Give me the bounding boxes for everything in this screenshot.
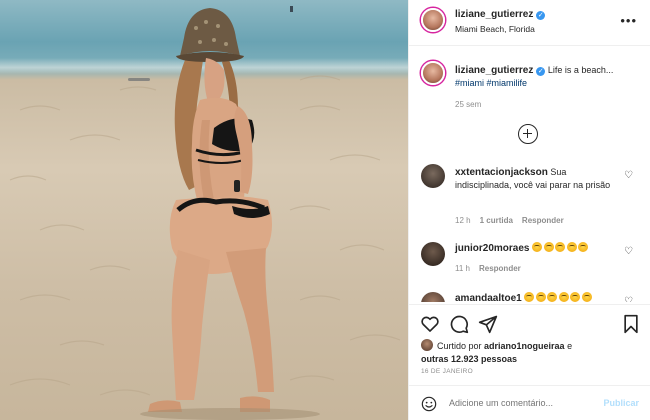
- liked-by-prefix: Curtido por: [437, 341, 485, 351]
- comment-meta: 11 h Responder: [455, 264, 521, 273]
- more-horizontal-icon[interactable]: •••: [620, 13, 637, 28]
- bookmark-icon[interactable]: [622, 314, 640, 334]
- caption-avatar[interactable]: [421, 61, 445, 85]
- load-more-comments-icon[interactable]: [518, 124, 538, 144]
- caption-timestamp[interactable]: 25 sem: [455, 100, 481, 109]
- liked-by-avatar[interactable]: [421, 339, 433, 351]
- publish-button[interactable]: Publicar: [603, 398, 639, 408]
- comment-username[interactable]: junior20moraes: [455, 243, 529, 254]
- verified-badge-icon: ✓: [536, 67, 546, 76]
- comment-text: amandaaltoe1: [455, 292, 615, 302]
- caption-username[interactable]: liziane_gutierrez: [455, 65, 533, 76]
- comment-avatar[interactable]: [421, 242, 445, 266]
- comment-avatar[interactable]: [421, 292, 445, 302]
- post-actions: Curtido por adriano1nogueiraa e outras 1…: [409, 304, 650, 420]
- post-sidebar: liziane_gutierrez ✓ Miami Beach, Florida …: [408, 0, 650, 420]
- comment-avatar[interactable]: [421, 164, 445, 188]
- comment-username[interactable]: amandaaltoe1: [455, 293, 522, 302]
- hashtag-miami[interactable]: #miami: [455, 78, 484, 88]
- comment-composer: Publicar: [409, 385, 650, 420]
- emoji-icon: [532, 242, 590, 253]
- caption-body: Life is a beach...: [545, 65, 614, 75]
- comment-input[interactable]: [449, 398, 589, 408]
- liked-by-summary: Curtido por adriano1nogueiraa e outras 1…: [421, 339, 641, 366]
- heart-outline-icon[interactable]: ♡: [624, 246, 633, 257]
- author-avatar[interactable]: [421, 8, 445, 32]
- comment-likes[interactable]: 1 curtida: [480, 216, 513, 225]
- comment-meta: 12 h 1 curtida Responder: [455, 216, 564, 225]
- hashtag-miamilife[interactable]: #miamilife: [487, 78, 528, 88]
- author-username-text[interactable]: liziane_gutierrez: [455, 9, 533, 20]
- heart-outline-icon[interactable]: ♡: [624, 296, 633, 302]
- author-username[interactable]: liziane_gutierrez ✓: [455, 9, 546, 20]
- comment-username[interactable]: xxtentacionjackson: [455, 167, 548, 178]
- like-heart-icon[interactable]: [420, 314, 440, 334]
- emoji-smile-icon[interactable]: [421, 396, 437, 412]
- comment-time[interactable]: 11 h: [455, 264, 470, 273]
- heart-outline-icon[interactable]: ♡: [624, 170, 633, 181]
- comment-bubble-icon[interactable]: [449, 314, 469, 334]
- comment-text: junior20moraes: [455, 242, 615, 255]
- comment-time[interactable]: 12 h: [455, 216, 471, 225]
- liked-by-user[interactable]: adriano1nogueiraa: [484, 341, 565, 351]
- photo-illustration: [9, 6, 401, 420]
- liked-by-others[interactable]: outras 12.923 pessoas: [421, 354, 517, 364]
- post-photo[interactable]: [0, 0, 408, 420]
- post-date[interactable]: 16 DE JANEIRO: [421, 368, 473, 375]
- emoji-icon: [524, 292, 593, 302]
- comment-text: xxtentacionjackson Sua indisciplinada, v…: [455, 166, 615, 192]
- verified-badge-icon: ✓: [536, 11, 546, 20]
- post-location[interactable]: Miami Beach, Florida: [455, 24, 535, 34]
- caption-text: liziane_gutierrez ✓ Life is a beach... #m…: [455, 64, 641, 90]
- liked-by-mid: e: [564, 341, 573, 351]
- post-header: liziane_gutierrez ✓ Miami Beach, Florida …: [409, 0, 650, 46]
- comments-list[interactable]: xxtentacionjackson Sua indisciplinada, v…: [409, 152, 650, 302]
- reply-button[interactable]: Responder: [479, 264, 521, 273]
- reply-button[interactable]: Responder: [522, 216, 564, 225]
- share-paper-plane-icon[interactable]: [478, 314, 498, 334]
